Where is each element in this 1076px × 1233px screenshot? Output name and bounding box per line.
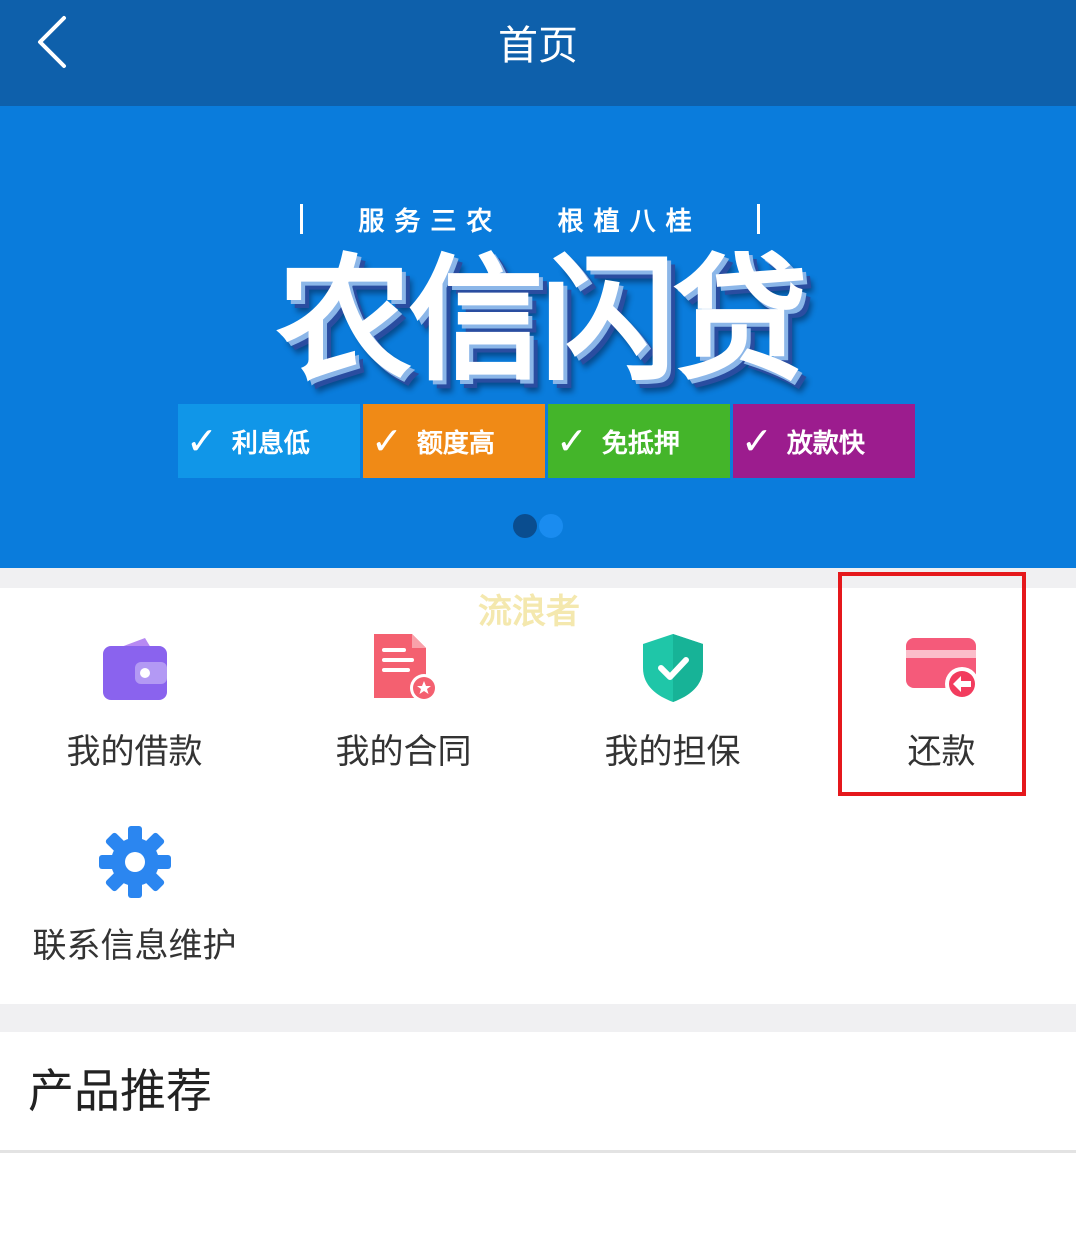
- watermark: 流浪者: [478, 592, 580, 632]
- check-icon: ✓: [371, 419, 403, 463]
- banner-slogan: 服务三农 根植八桂: [300, 194, 760, 244]
- shield-check-icon: [643, 634, 703, 702]
- menu-label: 联系信息维护: [32, 926, 237, 966]
- top-nav-bar: 首页: [0, 0, 1076, 106]
- banner-tag: ✓ 额度高: [363, 404, 545, 478]
- menu-label: 我的担保: [604, 732, 741, 772]
- banner-tags: ✓ 利息低 ✓ 额度高 ✓ 免抵押 ✓ 放款快: [178, 404, 918, 478]
- carousel-indicator: [513, 514, 565, 538]
- contract-document-icon: [374, 634, 438, 702]
- slogan-right: 根植八桂: [557, 206, 702, 237]
- banner-tag: ✓ 利息低: [178, 404, 360, 478]
- page-title: 首页: [498, 23, 578, 69]
- carousel-dot[interactable]: [513, 514, 537, 538]
- gear-icon: [99, 826, 171, 898]
- wallet-icon: [103, 638, 167, 700]
- banner-title: 农信闪贷: [276, 242, 808, 400]
- banner-tag: ✓ 免抵押: [548, 404, 730, 478]
- menu-label: 我的借款: [66, 732, 203, 772]
- highlight-box: [838, 572, 1026, 796]
- check-icon: ✓: [741, 419, 773, 463]
- menu-my-loans[interactable]: 我的借款: [0, 596, 269, 796]
- menu-label: 我的合同: [335, 732, 472, 772]
- menu-contact-info[interactable]: 联系信息维护: [0, 790, 269, 990]
- banner-tag: ✓ 放款快: [733, 404, 915, 478]
- check-icon: ✓: [186, 419, 218, 463]
- section-title: 产品推荐: [28, 1064, 212, 1118]
- promo-banner[interactable]: 服务三农 根植八桂 农信闪贷 ✓ 利息低 ✓ 额度高 ✓ 免抵押 ✓ 放款快: [0, 106, 1076, 568]
- check-icon: ✓: [556, 419, 588, 463]
- divider: [0, 1150, 1076, 1153]
- carousel-dot-active[interactable]: [539, 514, 563, 538]
- slogan-left: 服务三农: [358, 206, 503, 237]
- section-gap: [0, 1004, 1076, 1032]
